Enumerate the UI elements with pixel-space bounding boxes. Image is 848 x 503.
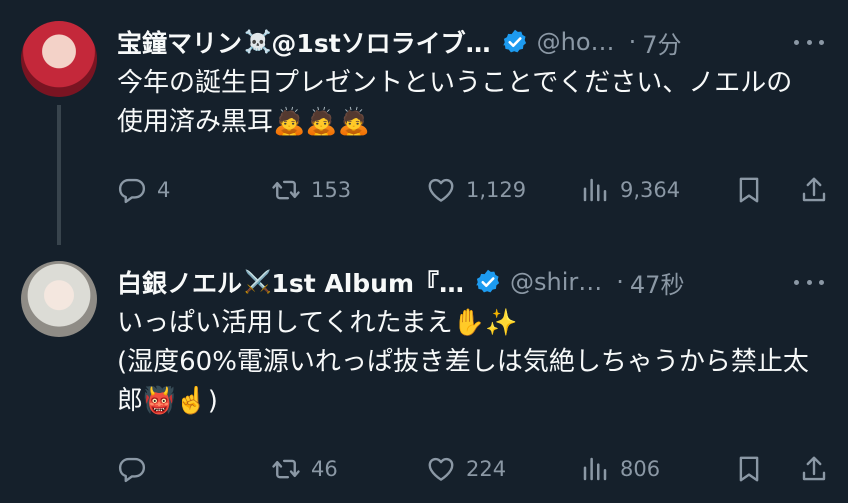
retweet-icon <box>272 180 300 200</box>
verified-badge-icon <box>474 268 502 296</box>
tweet-text: 今年の誕生日プレゼントということでください、ノエルの使用済み黒耳🙇🙇🙇 <box>117 68 793 137</box>
retweet-icon <box>272 459 300 479</box>
action-bar: 4 153 1,129 9,364 <box>117 170 829 210</box>
bookmark-icon <box>739 177 759 203</box>
like-count: 1,129 <box>466 178 527 202</box>
timestamp[interactable]: 47秒 <box>630 265 685 300</box>
like-icon <box>428 178 454 202</box>
tweet-header: 宝鐘マリン ☠️ @1stソロライブ… @ho… · 7分 <box>117 22 824 62</box>
bookmark-icon <box>739 456 759 482</box>
reply-icon <box>118 178 146 204</box>
thread-connector-line <box>57 105 61 245</box>
action-bar: 46 224 806 <box>117 449 829 489</box>
tweet[interactable]: 宝鐘マリン ☠️ @1stソロライブ… @ho… · 7分 今年の誕生日プレゼン… <box>0 0 848 245</box>
like-button[interactable]: 1,129 <box>426 170 526 210</box>
timestamp[interactable]: 7分 <box>642 25 681 60</box>
crossed-swords-emoji: ⚔️ <box>244 269 272 295</box>
like-icon <box>428 457 454 481</box>
tweet[interactable]: 白銀ノエル ⚔️ 1st Album『… @shir… · 47秒 いっぱい活用… <box>0 240 848 503</box>
bookmark-button[interactable] <box>734 170 764 210</box>
reply-count: 4 <box>157 178 171 202</box>
retweet-button[interactable]: 153 <box>271 170 351 210</box>
like-count: 224 <box>466 457 507 481</box>
retweet-button[interactable]: 46 <box>271 449 338 489</box>
share-button[interactable] <box>799 449 829 489</box>
reply-icon <box>118 457 146 483</box>
tweet-header: 白銀ノエル ⚔️ 1st Album『… @shir… · 47秒 <box>117 262 824 302</box>
display-name[interactable]: 宝鐘マリン <box>117 24 242 60</box>
display-name[interactable]: 白銀ノエル <box>117 264 242 300</box>
separator-dot: · <box>616 268 624 296</box>
views-icon <box>583 178 607 202</box>
display-name-suffix[interactable]: 1st Album『… <box>271 264 464 300</box>
share-icon <box>802 177 826 202</box>
display-name-suffix[interactable]: @1stソロライブ… <box>271 24 490 60</box>
more-icon[interactable] <box>794 28 824 56</box>
tweet-text: いっぱい活用してくれたまえ✋✨ (湿度60%電源いれっぱ抜き差しは気絶しちゃうか… <box>117 308 809 416</box>
views-icon <box>583 457 607 481</box>
bookmark-button[interactable] <box>734 449 764 489</box>
like-button[interactable]: 224 <box>426 449 506 489</box>
retweet-count: 153 <box>311 178 352 202</box>
views-button[interactable]: 9,364 <box>580 170 680 210</box>
skull-emoji: ☠️ <box>244 29 272 55</box>
views-count: 806 <box>620 457 661 481</box>
avatar[interactable] <box>21 261 97 337</box>
avatar[interactable] <box>21 21 97 97</box>
views-button[interactable]: 806 <box>580 449 660 489</box>
more-icon[interactable] <box>794 268 824 296</box>
share-button[interactable] <box>799 170 829 210</box>
verified-badge-icon <box>501 28 529 56</box>
share-icon <box>802 456 826 481</box>
reply-button[interactable]: 4 <box>117 170 170 210</box>
user-handle[interactable]: @ho… <box>537 28 615 56</box>
views-count: 9,364 <box>620 178 681 202</box>
retweet-count: 46 <box>311 457 338 481</box>
reply-button[interactable] <box>117 449 157 489</box>
separator-dot: · <box>628 28 637 56</box>
user-handle[interactable]: @shir… <box>510 268 602 296</box>
